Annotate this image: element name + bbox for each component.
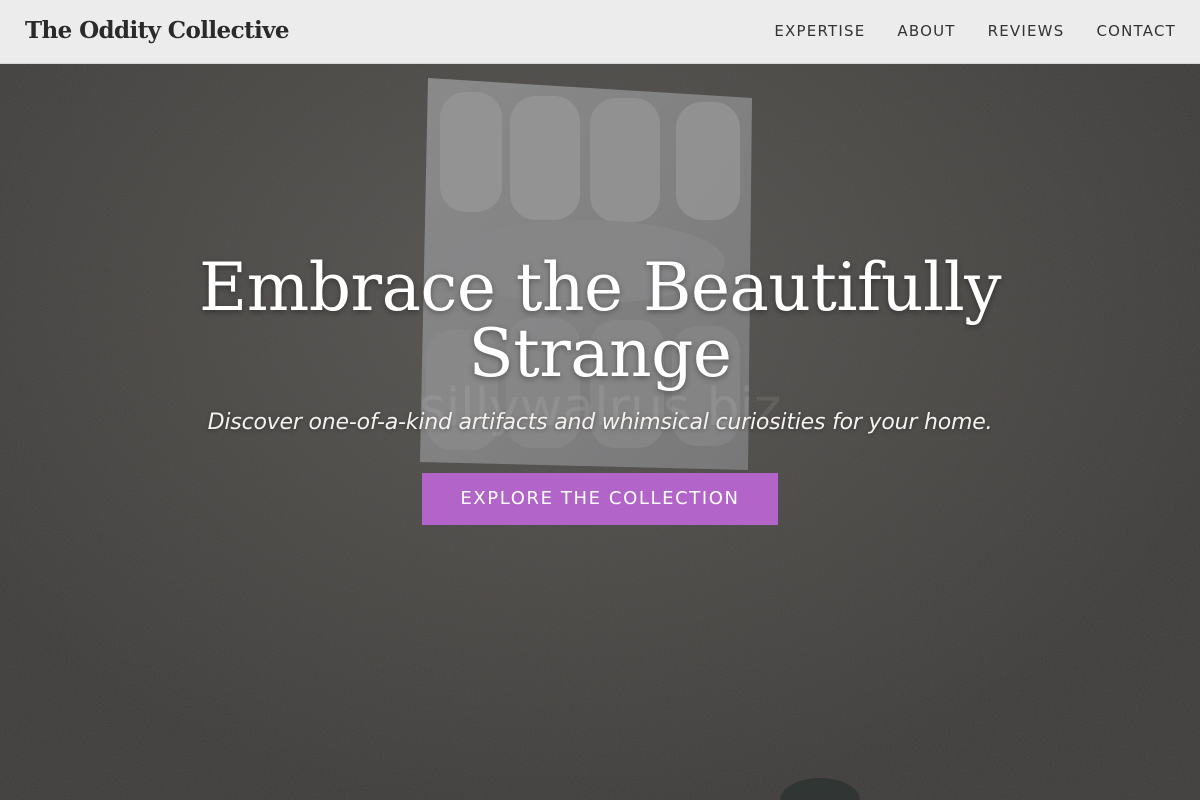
top-navbar: The Oddity Collective EXPERTISE ABOUT RE…: [0, 0, 1200, 64]
explore-collection-button[interactable]: EXPLORE THE COLLECTION: [422, 473, 778, 525]
nav-link-expertise[interactable]: EXPERTISE: [774, 22, 865, 40]
brand-logo-text[interactable]: The Oddity Collective: [25, 17, 290, 44]
nav-link-contact[interactable]: CONTACT: [1096, 22, 1176, 40]
hero-title-line-2: Strange: [468, 315, 732, 392]
nav-links: EXPERTISE ABOUT REVIEWS CONTACT: [774, 22, 1176, 40]
nav-link-about[interactable]: ABOUT: [897, 22, 955, 40]
hero-section: Embrace the Beautifully Strange Discover…: [0, 255, 1200, 525]
nav-link-reviews[interactable]: REVIEWS: [988, 22, 1065, 40]
hero-title: Embrace the Beautifully Strange: [100, 255, 1100, 387]
hero-subtitle: Discover one-of-a-kind artifacts and whi…: [207, 410, 993, 435]
